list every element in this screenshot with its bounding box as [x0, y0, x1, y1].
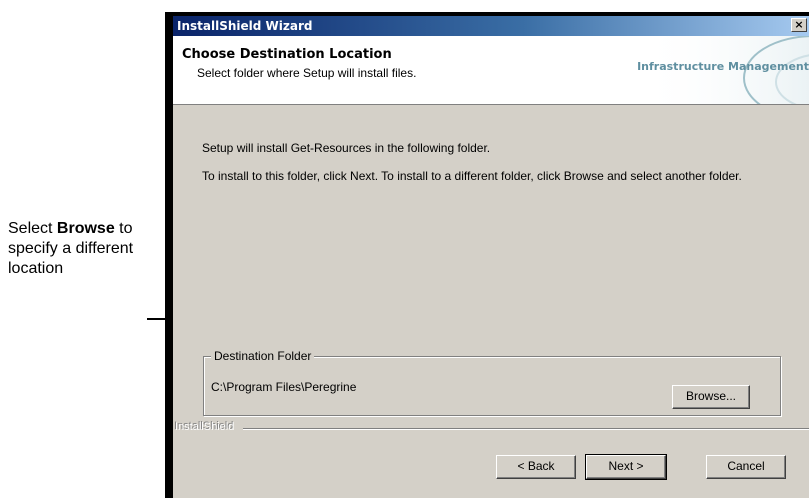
- callout-prefix: Select: [8, 220, 57, 237]
- screenshot-stage: Select Browse to specify a different loc…: [0, 0, 809, 498]
- browse-callout: Select Browse to specify a different loc…: [8, 219, 148, 279]
- callout-bold-word: Browse: [56, 220, 115, 237]
- install-instructions-text: To install to this folder, click Next. T…: [202, 169, 742, 183]
- title-bar[interactable]: InstallShield Wizard ×: [173, 16, 809, 36]
- installshield-label: InstallShield: [175, 421, 235, 433]
- page-subtitle: Select folder where Setup will install f…: [197, 66, 417, 80]
- browse-button[interactable]: Browse...: [672, 385, 750, 409]
- cancel-button[interactable]: Cancel: [706, 455, 786, 479]
- brand-logo-text: Infrastructure Management: [637, 60, 809, 73]
- destination-folder-legend: Destination Folder: [211, 349, 315, 363]
- wizard-header: Choose Destination Location Select folde…: [173, 36, 809, 105]
- destination-path: C:\Program Files\Peregrine: [211, 380, 357, 394]
- window-title: InstallShield Wizard: [177, 19, 313, 33]
- page-title: Choose Destination Location: [182, 47, 392, 62]
- footer-separator: [243, 428, 809, 430]
- close-button[interactable]: ×: [791, 18, 807, 32]
- installshield-dialog: InstallShield Wizard × Choose Destinatio…: [165, 12, 809, 498]
- install-location-text: Setup will install Get-Resources in the …: [202, 141, 491, 155]
- back-button[interactable]: < Back: [496, 455, 576, 479]
- next-button[interactable]: Next >: [585, 454, 667, 480]
